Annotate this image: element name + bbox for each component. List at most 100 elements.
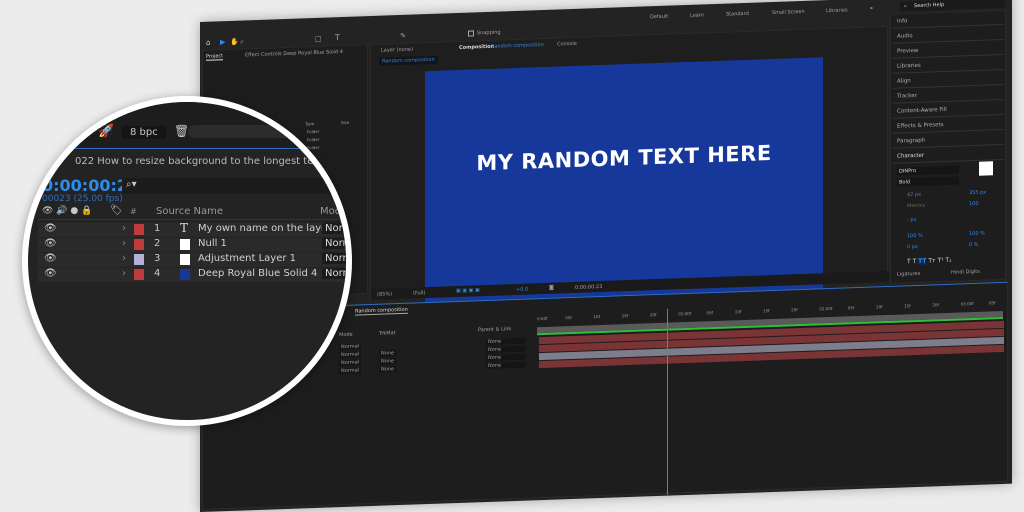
zoom-tool-icon[interactable]: ⌕ xyxy=(240,37,244,46)
fill-color-swatch[interactable] xyxy=(979,161,993,176)
layer-mode-dropdown[interactable]: Normal xyxy=(322,253,346,264)
mode-column-header[interactable]: Mode xyxy=(320,206,346,217)
rectangle-tool-icon[interactable]: □ xyxy=(315,35,322,43)
layer-row[interactable]: 👁 › 4 Deep Royal Blue Solid 4 Normal xyxy=(38,268,346,282)
expand-chevron-icon[interactable]: › xyxy=(122,253,126,264)
layer-search-input[interactable]: ⌕▾ xyxy=(122,178,346,194)
search-icon: ⌕ xyxy=(904,3,907,10)
ligatures-checkbox[interactable]: Ligatures xyxy=(897,271,920,278)
label-color-swatch[interactable] xyxy=(134,269,144,280)
kerning-field[interactable]: Metrics xyxy=(907,203,925,210)
project-tab[interactable]: Project xyxy=(206,53,224,61)
trash-icon[interactable]: 🗑 xyxy=(174,124,189,138)
comp-breadcrumb[interactable]: Random composition xyxy=(379,55,438,66)
layer-row[interactable]: 👁 › 2 Null 1 Normal xyxy=(38,238,346,252)
leading-field[interactable]: 355 px xyxy=(969,190,986,197)
layer-type-null-icon xyxy=(180,239,190,250)
layer-row[interactable]: 👁 › 3 Adjustment Layer 1 Normal xyxy=(38,253,346,267)
playhead[interactable] xyxy=(666,308,668,495)
vertical-scale-field[interactable]: 100 % xyxy=(907,233,923,240)
hand-tool-icon[interactable]: ✋ xyxy=(230,38,239,46)
faux-style-buttons[interactable]: T T TT Tт T¹ T₁ xyxy=(907,257,952,266)
view-options-icons[interactable]: ▣ ▣ ▣ ▣ xyxy=(456,287,480,294)
render-queue-icon[interactable]: 🚀 xyxy=(98,124,114,139)
label-color-swatch[interactable] xyxy=(134,239,144,250)
layer-parent-dropdown[interactable]: None xyxy=(486,345,526,354)
ruler-tick-label: 20f xyxy=(649,312,657,318)
label-color-swatch[interactable] xyxy=(134,254,144,265)
label-color-swatch[interactable] xyxy=(134,224,144,235)
ruler-tick-label: 20f xyxy=(932,302,939,308)
ruler-tick-label: 05f xyxy=(565,315,572,321)
horizontal-scale-field[interactable]: 100 % xyxy=(969,231,985,238)
layer-mode-dropdown[interactable]: Normal xyxy=(339,359,362,367)
timeline-tab[interactable]: Random composition xyxy=(355,306,408,316)
layer-parent-dropdown[interactable]: None xyxy=(486,361,526,370)
resolution-dropdown[interactable]: (Full) xyxy=(413,290,425,296)
type-tool-icon[interactable]: T xyxy=(335,33,340,42)
effect-controls-tab[interactable]: Effect Controls Deep Royal Blue Solid 4 xyxy=(245,49,343,58)
more-workspaces-icon[interactable]: » xyxy=(870,5,873,11)
composition-canvas[interactable]: MY RANDOM TEXT HERE xyxy=(425,57,823,304)
baseline-shift-field[interactable]: 0 px xyxy=(907,244,918,250)
expand-chevron-icon[interactable]: › xyxy=(122,238,126,249)
layer-mode-dropdown[interactable]: Normal xyxy=(339,351,362,359)
layer-row[interactable]: 👁 › 1 T My own name on the layerNormal xyxy=(38,221,346,237)
layer-name[interactable]: Deep Royal Blue Solid 4 xyxy=(198,268,317,279)
puppet-tool-icon[interactable]: ✎ xyxy=(400,32,406,40)
selection-tool-icon[interactable]: ▶ xyxy=(220,38,225,46)
source-name-column-header[interactable]: Source Name xyxy=(156,206,223,217)
project-scrollbar[interactable] xyxy=(188,125,328,138)
layer-mode-dropdown[interactable]: Normal xyxy=(322,238,346,249)
ruler-tick-label: 02:00f xyxy=(819,305,833,312)
visibility-eye-icon[interactable]: 👁 xyxy=(44,223,57,234)
layer-mode-dropdown[interactable]: Normal xyxy=(322,268,346,279)
composition-tab-name[interactable]: Random composition xyxy=(491,42,544,50)
layer-mode-dropdown[interactable]: Normal xyxy=(322,223,346,234)
layer-number: 2 xyxy=(154,238,161,249)
search-icon: ⌕▾ xyxy=(126,179,137,190)
viewer-timecode[interactable]: 0:00:00:23 xyxy=(575,284,602,291)
magnification-dropdown[interactable]: (85%) xyxy=(377,291,392,298)
layer-name[interactable]: Null 1 xyxy=(198,238,227,249)
tracking-field[interactable]: 100 xyxy=(969,201,979,207)
font-style-dropdown[interactable]: Bold xyxy=(897,176,959,187)
snapping-checkbox[interactable] xyxy=(468,30,474,37)
tsume-field[interactable]: 0 % xyxy=(969,242,979,248)
mode-column-header: Mode xyxy=(339,331,353,339)
layer-trkmat-dropdown[interactable]: None xyxy=(379,366,397,373)
bpc-button[interactable]: 8 bpc xyxy=(122,126,166,139)
console-tab[interactable]: Console xyxy=(557,41,577,48)
layer-parent-dropdown[interactable]: None xyxy=(486,337,526,346)
snapshot-icon[interactable]: ◙ xyxy=(549,285,554,291)
frame-rate-label: 00023 (25.00 fps) xyxy=(42,194,123,204)
layer-trkmat-dropdown[interactable]: None xyxy=(379,358,397,365)
visibility-eye-icon[interactable]: 👁 xyxy=(44,238,57,249)
number-column-header: # xyxy=(130,207,137,216)
exposure-value[interactable]: +0.0 xyxy=(516,287,528,293)
parent-column-header: Parent & Link xyxy=(478,326,512,334)
stroke-width-field[interactable]: - px xyxy=(907,217,917,223)
layer-mode-dropdown[interactable]: Normal xyxy=(339,367,362,375)
ruler-tick-label: 15f xyxy=(762,308,770,314)
font-size-field[interactable]: 47 px xyxy=(907,192,921,198)
layer-name[interactable]: Adjustment Layer 1 xyxy=(198,253,296,264)
home-icon[interactable]: ⌂ xyxy=(206,39,210,47)
layer-name[interactable]: My own name on the layer xyxy=(198,223,331,234)
comp-text-layer[interactable]: MY RANDOM TEXT HERE xyxy=(425,139,823,177)
ruler-tick-label: 05f xyxy=(988,300,996,306)
layer-number: 3 xyxy=(154,253,161,264)
layer-trkmat-dropdown[interactable]: None xyxy=(379,350,397,357)
visibility-eye-icon[interactable]: 👁 xyxy=(44,268,57,279)
hindi-digits-checkbox[interactable]: Hindi Digits xyxy=(951,269,980,276)
ruler-tick-label: 15f xyxy=(621,313,629,319)
font-family-dropdown[interactable]: DINPro xyxy=(897,165,959,176)
expand-chevron-icon[interactable]: › xyxy=(122,268,126,279)
layer-parent-dropdown[interactable]: None xyxy=(486,353,526,362)
visibility-eye-icon[interactable]: 👁 xyxy=(44,253,57,264)
composition-tab[interactable]: Composition xyxy=(459,44,494,51)
right-panel-stack: Info Audio Preview Libraries Align Track… xyxy=(890,9,1006,284)
layer-tab[interactable]: Layer (none) xyxy=(381,47,413,54)
expand-chevron-icon[interactable]: › xyxy=(122,223,126,234)
layer-mode-dropdown[interactable]: Normal xyxy=(339,343,362,351)
